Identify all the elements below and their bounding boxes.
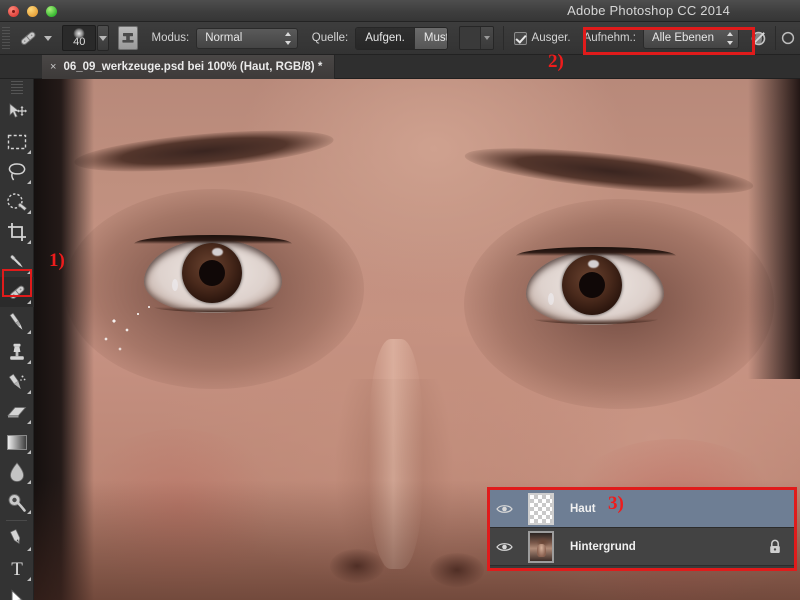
sidebar-item-pen-tool[interactable] xyxy=(0,524,34,554)
sidebar-item-lasso-tool[interactable] xyxy=(0,157,34,187)
tool-expand-corner-icon xyxy=(27,330,31,334)
photoshop-window: Adobe Photoshop CC 2014 40 xyxy=(0,0,800,600)
sidebar-item-eyedropper-tool[interactable] xyxy=(0,247,34,277)
tool-expand-corner-icon xyxy=(27,180,31,184)
sidebar-item-clone-stamp-tool[interactable] xyxy=(0,337,34,367)
table-row[interactable]: Hintergrund xyxy=(490,528,794,566)
tool-expand-corner-icon xyxy=(27,510,31,514)
stepper-icon xyxy=(285,32,292,45)
ignore-adjustment-layers-icon[interactable] xyxy=(747,25,771,51)
tool-expand-corner-icon xyxy=(27,480,31,484)
layer-thumbnail[interactable] xyxy=(518,531,564,563)
source-segmented-control: Aufgen. Muster: xyxy=(355,27,447,50)
sidebar-item-rectangular-marquee-tool[interactable] xyxy=(0,127,34,157)
options-bar: 40 Modus: Normal Quelle: Aufgen. Muster: xyxy=(0,22,800,55)
eye-visibility-icon[interactable] xyxy=(490,503,518,515)
tool-expand-corner-icon xyxy=(27,390,31,394)
healing-brush-icon[interactable] xyxy=(16,25,40,51)
brush-size-preview[interactable]: 40 xyxy=(62,25,95,51)
source-pattern-button[interactable]: Muster: xyxy=(414,28,448,49)
sidebar-item-history-brush-tool[interactable] xyxy=(0,367,34,397)
type-tool-glyph: T xyxy=(11,560,23,579)
document-tab[interactable]: × 06_09_werkzeuge.psd bei 100% (Haut, RG… xyxy=(42,55,335,79)
sidebar-item-quick-selection-tool[interactable] xyxy=(0,187,34,217)
tablet-pressure-icon[interactable] xyxy=(776,25,800,51)
tool-expand-corner-icon xyxy=(27,547,31,551)
title-bar: Adobe Photoshop CC 2014 xyxy=(0,0,800,22)
tool-preset-chevron-down-icon[interactable] xyxy=(44,36,52,41)
sidebar-item-brush-tool[interactable] xyxy=(0,307,34,337)
sidebar-item-dodge-tool[interactable] xyxy=(0,487,34,517)
brush-tip-icon xyxy=(74,28,85,39)
pattern-picker[interactable] xyxy=(459,26,494,50)
retouch-marks xyxy=(94,279,224,399)
source-sampled-button[interactable]: Aufgen. xyxy=(356,28,414,49)
tool-expand-corner-icon xyxy=(27,240,31,244)
mode-select[interactable]: Normal xyxy=(196,28,298,49)
tool-expand-corner-icon xyxy=(27,450,31,454)
brush-preset-picker[interactable] xyxy=(97,25,109,51)
annotation-marker-2: 2) xyxy=(548,51,564,73)
layer-name: Hintergrund xyxy=(570,541,636,553)
layers-panel: Haut 3) Hintergrund xyxy=(487,487,797,571)
mode-label: Modus: xyxy=(152,32,190,44)
mode-value: Normal xyxy=(205,32,242,44)
sidebar-item-path-selection-tool[interactable] xyxy=(0,584,34,600)
transparent-checker-thumbnail xyxy=(528,493,554,525)
sidebar-item-blur-tool[interactable] xyxy=(0,457,34,487)
stepper-icon xyxy=(726,32,733,45)
source-label: Quelle: xyxy=(312,32,348,44)
document-tab-bar: × 06_09_werkzeuge.psd bei 100% (Haut, RG… xyxy=(0,55,800,79)
tool-expand-corner-icon xyxy=(27,577,31,581)
sample-select[interactable]: Alle Ebenen xyxy=(643,28,739,49)
tool-expand-corner-icon xyxy=(27,300,31,304)
options-bar-grip[interactable] xyxy=(2,27,10,49)
annotation-marker-1: 1) xyxy=(49,250,65,272)
options-divider xyxy=(503,26,504,50)
minimize-button[interactable] xyxy=(27,6,38,17)
options-divider-2 xyxy=(775,26,776,50)
aligned-checkbox-group[interactable]: Ausger. xyxy=(514,32,571,45)
sidebar-item-crop-tool[interactable] xyxy=(0,217,34,247)
zoom-button[interactable] xyxy=(46,6,57,17)
sample-value: Alle Ebenen xyxy=(652,32,714,44)
table-row[interactable]: Haut 3) xyxy=(490,490,794,528)
chevron-down-icon xyxy=(99,36,107,41)
tools-panel: T xyxy=(0,79,34,600)
window-controls xyxy=(8,6,57,17)
tool-expand-corner-icon xyxy=(27,360,31,364)
chevron-down-icon xyxy=(480,27,493,49)
aligned-checkbox[interactable] xyxy=(514,32,527,45)
tools-divider xyxy=(6,520,27,521)
pattern-swatch xyxy=(460,27,480,49)
tool-expand-corner-icon xyxy=(27,210,31,214)
aligned-label: Ausger. xyxy=(532,32,571,44)
sidebar-item-move-tool[interactable] xyxy=(0,97,34,127)
sidebar-item-type-tool[interactable]: T xyxy=(0,554,34,584)
close-icon[interactable]: × xyxy=(50,62,56,73)
portrait-photo-thumbnail xyxy=(528,531,554,563)
tools-panel-grip[interactable] xyxy=(11,81,23,95)
brush-panel-toggle-button[interactable] xyxy=(118,26,137,50)
lock-icon xyxy=(768,539,782,560)
app-title: Adobe Photoshop CC 2014 xyxy=(567,3,730,18)
document-tab-title: 06_09_werkzeuge.psd bei 100% (Haut, RGB/… xyxy=(63,61,322,73)
layer-thumbnail[interactable] xyxy=(518,493,564,525)
tool-expand-corner-icon xyxy=(27,150,31,154)
sidebar-item-eraser-tool[interactable] xyxy=(0,397,34,427)
tool-expand-corner-icon xyxy=(27,420,31,424)
sidebar-item-healing-brush-tool[interactable] xyxy=(0,277,34,307)
layer-name: Haut xyxy=(570,503,596,515)
annotation-marker-3: 3) xyxy=(608,493,624,515)
close-button[interactable] xyxy=(8,6,19,17)
sample-label: Aufnehm.: xyxy=(584,32,636,44)
eye-visibility-icon[interactable] xyxy=(490,541,518,553)
tool-expand-corner-icon xyxy=(27,270,31,274)
sidebar-item-gradient-tool[interactable] xyxy=(0,427,34,457)
